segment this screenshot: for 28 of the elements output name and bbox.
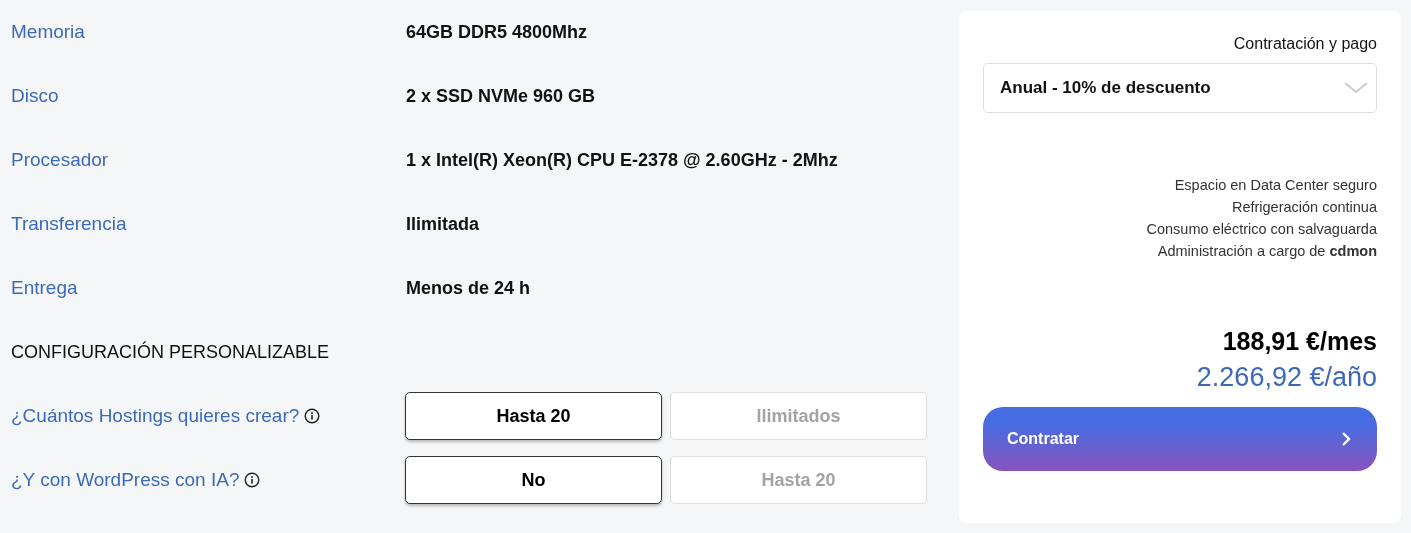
feature-text: Consumo eléctrico con salvaguarda [1146, 221, 1377, 237]
option-button[interactable]: Hasta 20 [405, 392, 662, 440]
info-icon[interactable] [304, 408, 321, 424]
spec-label: Entrega [11, 277, 79, 299]
spec-value: Ilimitada [406, 213, 480, 235]
question-label: ¿Y con WordPress con IA? [11, 469, 240, 491]
spec-label: Transferencia [11, 213, 128, 235]
spec-value: 64GB DDR5 4800Mhz [406, 21, 588, 43]
plan-select[interactable]: Anual - 10% de descuento [983, 63, 1377, 113]
spec-label: Procesador [11, 149, 110, 171]
spec-value: 2 x SSD NVMe 960 GB [406, 85, 596, 107]
info-icon[interactable] [244, 472, 261, 488]
card-title: Contratación y pago [1232, 35, 1377, 53]
chevron-down-icon [1344, 82, 1368, 94]
spec-label: Memoria [11, 21, 86, 43]
section-heading: CONFIGURACIÓN PERSONALIZABLE [11, 341, 330, 363]
feature-text: Refrigeración continua [1231, 199, 1377, 215]
yearly-price: 2.266,92 €/año [1195, 362, 1377, 393]
contract-button[interactable]: Contratar [983, 407, 1377, 471]
question-label: ¿Cuántos Hostings quieres crear? [11, 405, 300, 427]
feature-text: Administración a cargo de cdmon [1157, 243, 1377, 259]
spec-value: 1 x Intel(R) Xeon(R) CPU E-2378 @ 2.60GHz - 2Mhz [406, 149, 838, 171]
monthly-price: 188,91 €/mes [1221, 327, 1377, 356]
chevron-right-icon [1341, 431, 1351, 447]
option-button[interactable]: No [405, 456, 662, 504]
spec-value: Menos de 24 h [406, 277, 531, 299]
spec-label: Disco [11, 85, 60, 107]
feature-text: Espacio en Data Center seguro [1174, 177, 1377, 193]
